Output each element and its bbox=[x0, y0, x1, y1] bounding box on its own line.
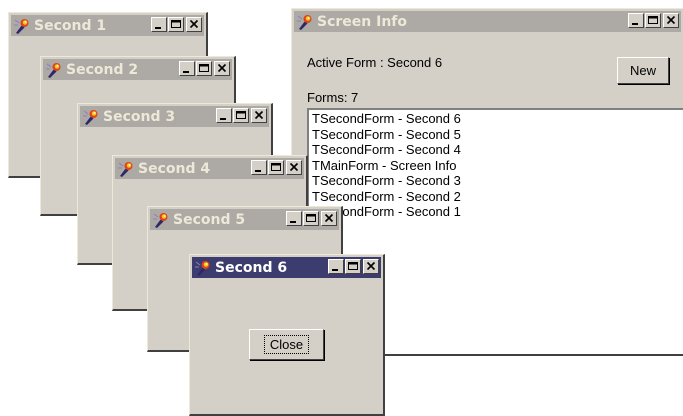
close-button[interactable] bbox=[214, 61, 230, 76]
minimize-icon bbox=[220, 118, 226, 120]
minimize-icon bbox=[290, 221, 296, 223]
second-3-titlebar[interactable]: Second 3 bbox=[80, 106, 269, 127]
screen-info-titlebar[interactable]: Screen Info bbox=[294, 11, 681, 32]
maximize-button[interactable] bbox=[196, 61, 212, 76]
app-icon bbox=[45, 61, 63, 79]
maximize-icon bbox=[236, 111, 246, 119]
window-title: Second 4 bbox=[138, 160, 211, 177]
close-button[interactable] bbox=[321, 211, 337, 226]
minimize-button[interactable] bbox=[286, 211, 302, 226]
maximize-icon bbox=[348, 262, 358, 270]
close-icon bbox=[217, 63, 227, 73]
forms-list-item[interactable]: TSecondForm - Second 4 bbox=[312, 142, 683, 158]
app-icon bbox=[152, 211, 170, 229]
forms-list-item[interactable]: TSecondForm - Second 2 bbox=[312, 189, 683, 205]
window-title: Second 6 bbox=[215, 259, 288, 276]
maximize-icon bbox=[199, 64, 209, 72]
minimize-icon bbox=[155, 27, 161, 29]
forms-list-item[interactable]: TSecondForm - Second 3 bbox=[312, 173, 683, 189]
second-4-titlebar[interactable]: Second 4 bbox=[115, 158, 304, 179]
forms-list-item[interactable]: TSecondForm - Second 5 bbox=[312, 127, 683, 143]
maximize-icon bbox=[271, 163, 281, 171]
active-form-label: Active Form : Second 6 bbox=[307, 55, 443, 70]
new-button[interactable]: New bbox=[617, 57, 669, 84]
maximize-button[interactable] bbox=[345, 259, 361, 274]
forms-list-item[interactable]: TMainForm - Screen Info bbox=[312, 158, 683, 174]
forms-list: TSecondForm - Second 6 TSecondForm - Seco… bbox=[309, 110, 683, 220]
app-icon bbox=[296, 13, 314, 31]
close-icon bbox=[666, 15, 676, 25]
app-icon bbox=[82, 108, 100, 126]
maximize-button[interactable] bbox=[303, 211, 319, 226]
forms-list-item[interactable]: TSecondForm - Second 6 bbox=[312, 111, 683, 127]
second-1-titlebar[interactable]: Second 1 bbox=[11, 15, 204, 36]
app-icon bbox=[117, 160, 135, 178]
minimize-icon bbox=[255, 170, 261, 172]
minimize-icon bbox=[183, 71, 189, 73]
second-6-window[interactable]: Second 6 Close bbox=[189, 254, 385, 416]
maximize-button[interactable] bbox=[233, 108, 249, 123]
maximize-icon bbox=[648, 16, 658, 24]
minimize-icon bbox=[632, 23, 638, 25]
second-2-titlebar[interactable]: Second 2 bbox=[43, 59, 232, 80]
minimize-button[interactable] bbox=[628, 13, 644, 28]
maximize-button[interactable] bbox=[645, 13, 661, 28]
maximize-icon bbox=[306, 214, 316, 222]
app-icon bbox=[13, 17, 31, 35]
forms-list-item[interactable]: TSecondForm - Second 1 bbox=[312, 204, 683, 220]
second-6-titlebar[interactable]: Second 6 bbox=[192, 257, 381, 278]
close-button[interactable] bbox=[251, 108, 267, 123]
close-icon bbox=[366, 261, 376, 271]
forms-count-label: Forms: 7 bbox=[307, 90, 359, 105]
window-title: Second 5 bbox=[173, 211, 246, 228]
close-button[interactable] bbox=[286, 160, 302, 175]
window-title: Second 1 bbox=[34, 17, 107, 34]
minimize-button[interactable] bbox=[216, 108, 232, 123]
minimize-button[interactable] bbox=[251, 160, 267, 175]
close-icon bbox=[254, 110, 264, 120]
minimize-icon bbox=[332, 269, 338, 271]
close-button[interactable] bbox=[363, 259, 379, 274]
minimize-button[interactable] bbox=[151, 17, 167, 32]
maximize-button[interactable] bbox=[268, 160, 284, 175]
close-icon bbox=[189, 19, 199, 29]
maximize-button[interactable] bbox=[168, 17, 184, 32]
second-5-titlebar[interactable]: Second 5 bbox=[150, 209, 339, 230]
minimize-button[interactable] bbox=[328, 259, 344, 274]
close-button[interactable] bbox=[663, 13, 679, 28]
window-title: Second 3 bbox=[103, 108, 176, 125]
close-form-button-label: Close bbox=[263, 335, 310, 354]
app-icon bbox=[194, 259, 212, 277]
close-form-button[interactable]: Close bbox=[249, 329, 324, 360]
close-button[interactable] bbox=[186, 17, 202, 32]
minimize-button[interactable] bbox=[179, 61, 195, 76]
close-icon bbox=[324, 213, 334, 223]
window-title: Second 2 bbox=[66, 61, 139, 78]
close-icon bbox=[289, 162, 299, 172]
window-title: Screen Info bbox=[317, 13, 408, 30]
maximize-icon bbox=[171, 20, 181, 28]
